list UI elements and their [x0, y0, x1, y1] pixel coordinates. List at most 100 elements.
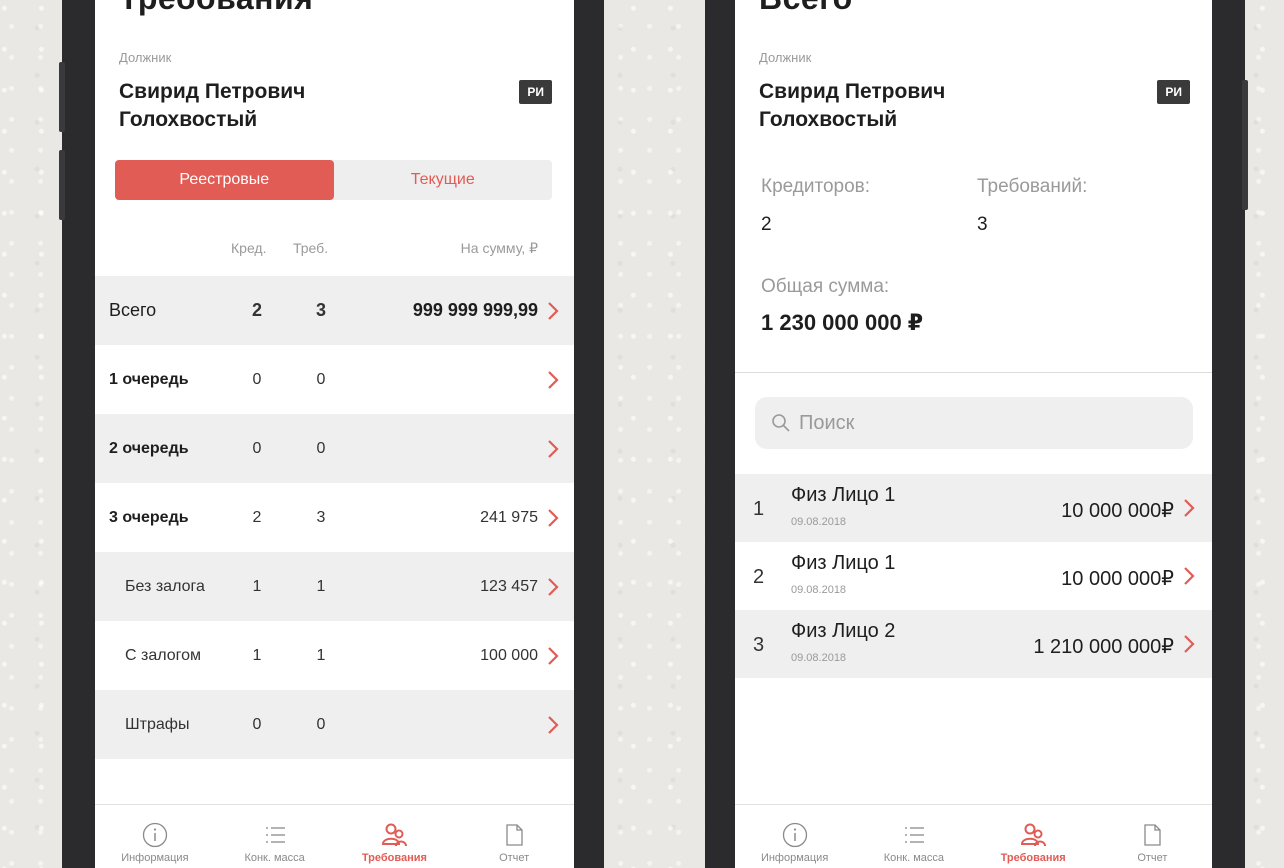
- users-icon: [382, 823, 408, 847]
- total-screen: Всего Должник Свирид Петрович Голохвосты…: [735, 0, 1212, 868]
- row-cred: 2: [251, 300, 262, 320]
- creditor-name: Физ Лицо 2: [791, 620, 896, 642]
- requirements-label: Требований:: [977, 176, 1088, 197]
- tab-report[interactable]: Отчет: [454, 805, 574, 868]
- table-row-with-collateral[interactable]: С залогом 1 1 100 000: [95, 621, 574, 690]
- divider: [735, 372, 1212, 373]
- row-label: Всего: [109, 300, 157, 320]
- row-amount: 999 999 999,99: [412, 300, 538, 320]
- table-row-no-collateral[interactable]: Без залога 1 1 123 457: [95, 552, 574, 621]
- creditor-date: 09.08.2018: [791, 516, 847, 528]
- page-title: Всего: [759, 0, 853, 17]
- requirements-screen: Требования Должник Свирид Петрович Голох…: [95, 0, 574, 868]
- tab-bar: Информация Конк. масса Требования Отчет: [735, 804, 1212, 868]
- creditor-name: Физ Лицо 1: [791, 484, 896, 506]
- table-row-queue-2[interactable]: 2 очередь 0 0: [95, 414, 574, 483]
- phone-side-button: [59, 62, 65, 132]
- creditors-label: Кредиторов:: [761, 176, 871, 197]
- chevron-right-icon: [548, 301, 559, 320]
- search-input[interactable]: [799, 411, 1159, 435]
- phone-side-button: [59, 150, 65, 220]
- row-cred: 0: [252, 370, 262, 388]
- creditor-name: Физ Лицо 1: [791, 552, 896, 574]
- creditor-number: 3: [753, 634, 765, 656]
- tab-label: Информация: [760, 852, 829, 864]
- tab-requirements[interactable]: Требования: [335, 805, 455, 868]
- row-label: 1 очередь: [109, 370, 189, 388]
- row-req: 1: [316, 646, 326, 664]
- table-row-queue-1[interactable]: 1 очередь 0 0: [95, 345, 574, 414]
- row-amount: 100 000: [480, 646, 538, 664]
- tab-information[interactable]: Информация: [95, 805, 215, 868]
- creditor-number: 1: [753, 498, 765, 520]
- segmented-control: Реестровые Текущие: [115, 160, 552, 200]
- row-cred: 1: [252, 577, 262, 595]
- row-label: С залогом: [125, 646, 202, 664]
- tab-label: Конк. масса: [883, 852, 945, 864]
- segment-current[interactable]: Текущие: [334, 160, 553, 200]
- row-label: Без залога: [125, 577, 205, 595]
- row-req: 1: [316, 577, 326, 595]
- tab-label: Информация: [121, 852, 189, 864]
- chevron-right-icon: [548, 508, 559, 527]
- info-icon: [782, 822, 807, 848]
- row-cred: 0: [252, 439, 262, 457]
- row-label: Штрафы: [125, 715, 190, 733]
- tab-requirements[interactable]: Требования: [974, 805, 1093, 868]
- total-sum-label: Общая сумма:: [761, 276, 890, 297]
- creditors-value: 2: [761, 214, 772, 235]
- search-bar[interactable]: [755, 397, 1193, 449]
- total-sum-value: 1 230 000 000 ₽: [761, 310, 924, 335]
- tab-label: Требования: [1000, 852, 1066, 864]
- debtor-name: Свирид Петрович Голохвостый: [759, 80, 946, 131]
- document-icon: [1144, 824, 1162, 846]
- list-icon: [904, 827, 924, 843]
- tab-report[interactable]: Отчет: [1093, 805, 1212, 868]
- table-row-total[interactable]: Всего 2 3 999 999 999,99: [95, 276, 574, 345]
- chevron-right-icon: [548, 715, 559, 734]
- info-icon: [142, 822, 168, 848]
- creditor-date: 09.08.2018: [791, 584, 847, 596]
- search-icon: [772, 414, 790, 432]
- debtor-name: Свирид Петрович Голохвостый: [119, 80, 306, 131]
- chevron-right-icon: [548, 577, 559, 596]
- creditor-row[interactable]: 1 Физ Лицо 1 09.08.2018 10 000 000₽: [735, 474, 1212, 542]
- tab-label: Отчет: [1137, 852, 1168, 864]
- creditor-row[interactable]: 2 Физ Лицо 1 09.08.2018 10 000 000₽: [735, 542, 1212, 610]
- chevron-right-icon: [1184, 635, 1195, 653]
- creditor-amount: 10 000 000₽: [1061, 568, 1174, 590]
- table-row-queue-3[interactable]: 3 очередь 2 3 241 975: [95, 483, 574, 552]
- row-label: 2 очередь: [109, 439, 189, 457]
- chevron-right-icon: [548, 646, 559, 665]
- tab-estate[interactable]: Конк. масса: [854, 805, 973, 868]
- row-label: 3 очередь: [109, 508, 189, 526]
- tab-information[interactable]: Информация: [735, 805, 854, 868]
- requirements-value: 3: [977, 214, 988, 235]
- table-row-fines[interactable]: Штрафы 0 0: [95, 690, 574, 759]
- chevron-right-icon: [1184, 499, 1195, 517]
- tab-estate[interactable]: Конк. масса: [215, 805, 335, 868]
- row-req: 0: [316, 439, 326, 457]
- creditor-amount: 10 000 000₽: [1061, 500, 1174, 522]
- column-header-sum: На сумму, ₽: [460, 240, 538, 256]
- segment-registry[interactable]: Реестровые: [115, 160, 334, 200]
- chevron-right-icon: [548, 439, 559, 458]
- tab-label: Требования: [361, 852, 427, 864]
- creditor-row[interactable]: 3 Физ Лицо 2 09.08.2018 1 210 000 000₽: [735, 610, 1212, 678]
- users-icon: [1021, 823, 1047, 847]
- debtor-label: Должник: [759, 50, 812, 65]
- phone-side-button: [1242, 80, 1248, 210]
- page-title: Требования: [119, 0, 313, 17]
- row-cred: 1: [252, 646, 262, 664]
- row-cred: 2: [252, 508, 262, 526]
- row-req: 0: [316, 715, 326, 733]
- chevron-right-icon: [1184, 567, 1195, 585]
- creditor-date: 09.08.2018: [791, 652, 847, 664]
- row-req: 3: [316, 508, 326, 526]
- debtor-badge[interactable]: РИ: [519, 80, 552, 104]
- phone-left: Требования Должник Свирид Петрович Голох…: [59, 0, 604, 868]
- row-amount: 241 975: [480, 508, 538, 526]
- debtor-badge[interactable]: РИ: [1157, 80, 1190, 104]
- chevron-right-icon: [548, 370, 559, 389]
- column-header-cred: Кред.: [231, 240, 267, 256]
